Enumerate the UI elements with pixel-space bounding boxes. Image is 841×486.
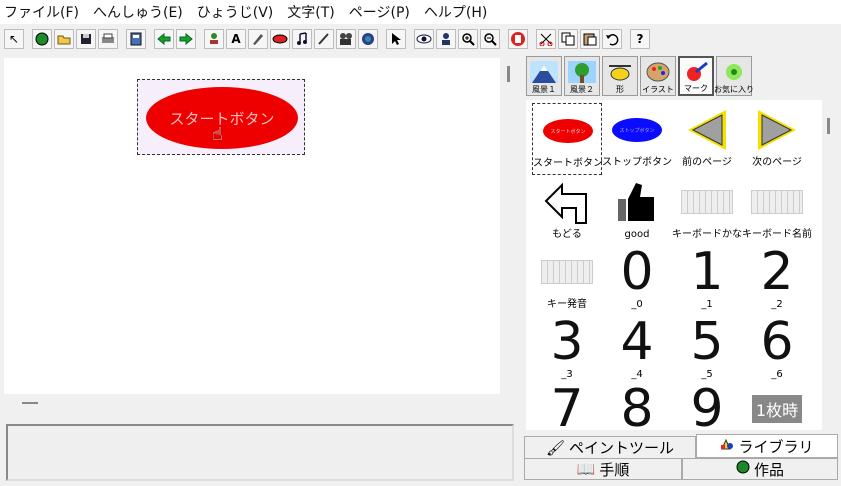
stamp-icon[interactable] (204, 29, 224, 49)
stop-button-thumb: ストップボタン (612, 118, 662, 142)
library-item[interactable]: good (602, 175, 672, 247)
eye-icon[interactable] (414, 29, 434, 49)
tab-mark[interactable]: マーク (678, 56, 714, 96)
page-layout-icon[interactable] (126, 29, 146, 49)
tab-shape[interactable]: 形 (602, 56, 638, 96)
tab-steps[interactable]: 📖 手順 (524, 458, 682, 480)
palette-icon (643, 60, 673, 84)
stop-hand-icon[interactable] (508, 29, 528, 49)
mountain-icon (529, 60, 559, 84)
cursor-arrow-icon[interactable]: ↖ (4, 29, 24, 49)
pen-icon[interactable] (314, 29, 334, 49)
globe-icon[interactable] (32, 29, 52, 49)
message-panel (6, 424, 514, 481)
tab-works[interactable]: 作品 (682, 458, 838, 480)
library-item[interactable]: 8 (602, 382, 672, 430)
copy-icon[interactable] (558, 29, 578, 49)
tab-illust[interactable]: イラスト (640, 56, 676, 96)
library-scrollbar[interactable] (822, 100, 836, 430)
library-item[interactable]: 次のページ (742, 103, 812, 175)
menu-text[interactable]: 文字(T) (287, 2, 334, 22)
hand-cursor-icon: ☝ (212, 124, 223, 145)
one-sheet-label: 1枚時 (751, 395, 803, 423)
library-item[interactable]: 3 _3 (532, 315, 602, 387)
library-category-tabs: 風景１ 風景２ 形 イラスト マーク お気に入り (526, 56, 754, 96)
select-arrow-icon[interactable] (386, 29, 406, 49)
library-item[interactable]: スタートボタン スタートボタン (532, 103, 603, 175)
app-window: ファイル(F) へんしゅう(E) ひょうじ(V) 文字(T) ページ(P) ヘル… (0, 0, 841, 486)
music-icon[interactable] (292, 29, 312, 49)
menu-bar: ファイル(F) へんしゅう(E) ひょうじ(V) 文字(T) ページ(P) ヘル… (0, 0, 841, 24)
keyboard-kana-icon (681, 190, 733, 214)
tab-scenery2[interactable]: 風景２ (564, 56, 600, 96)
library-item[interactable]: 5 _5 (672, 315, 742, 387)
save-icon[interactable] (76, 29, 96, 49)
tree-icon (567, 60, 597, 84)
menu-view[interactable]: ひょうじ(V) (197, 2, 274, 22)
book-icon: 📖 (576, 460, 596, 478)
paint-icon[interactable] (248, 29, 268, 49)
canvas-horizontal-scrollbar[interactable] (4, 394, 500, 412)
keyboard-name-icon (751, 190, 803, 214)
library-item[interactable]: 7 (532, 382, 602, 430)
paste-icon[interactable] (580, 29, 600, 49)
prev-page-arrow-icon (672, 103, 742, 157)
globe-icon (736, 460, 750, 478)
library-item[interactable]: 0 _0 (602, 245, 672, 317)
arrow-left-icon[interactable] (154, 29, 174, 49)
library-item[interactable]: 1枚時 (742, 382, 812, 430)
library-item[interactable]: 2 _2 (742, 245, 812, 317)
library-item[interactable]: 4 _4 (602, 315, 672, 387)
next-page-arrow-icon (742, 103, 812, 157)
library-item[interactable]: 6 _6 (742, 315, 812, 387)
tab-favorites[interactable]: お気に入り (714, 56, 754, 96)
library-item[interactable]: キーボードかな (672, 175, 742, 247)
zoom-out-icon[interactable] (480, 29, 500, 49)
tab-paint-tool[interactable]: 🖌 ペイントツール (524, 436, 696, 458)
back-arrow-icon (532, 175, 602, 229)
text-a-icon[interactable]: A (226, 29, 246, 49)
start-button-thumb: スタートボタン (543, 119, 593, 143)
library-item[interactable]: ストップボタン ストップボタン (602, 103, 672, 175)
open-folder-icon[interactable] (54, 29, 74, 49)
helicopter-icon (605, 60, 635, 84)
flower-icon (719, 60, 749, 84)
menu-page[interactable]: ページ(P) (349, 2, 410, 22)
menu-help[interactable]: ヘルプ(H) (424, 2, 487, 22)
movie-icon[interactable] (336, 29, 356, 49)
shapes-icon (720, 437, 734, 455)
tab-library[interactable]: ライブラリ (696, 434, 838, 458)
panel-tabs: 🖌 ペイントツール ライブラリ 📖 手順 作品 (522, 434, 838, 482)
button-icon[interactable] (270, 29, 290, 49)
library-item[interactable]: 9 (672, 382, 742, 430)
brush-icon: 🖌 (545, 438, 566, 457)
menu-edit[interactable]: へんしゅう(E) (93, 2, 183, 22)
toolbar: ↖ A ? (0, 26, 841, 52)
menu-file[interactable]: ファイル(F) (4, 2, 79, 22)
help-icon[interactable]: ? (630, 29, 650, 49)
key-sound-icon (541, 260, 593, 284)
library-item[interactable]: 前のページ (672, 103, 742, 175)
cut-icon[interactable] (536, 29, 556, 49)
zoom-in-icon[interactable] (458, 29, 478, 49)
library-item[interactable]: キー発音 (532, 245, 602, 317)
library-item[interactable]: もどる (532, 175, 602, 247)
record-icon[interactable] (358, 29, 378, 49)
canvas-vertical-scrollbar[interactable] (500, 58, 518, 394)
arrow-right-icon[interactable] (176, 29, 196, 49)
library-item[interactable]: キーボード名前 (742, 175, 812, 247)
person-icon[interactable] (436, 29, 456, 49)
print-icon[interactable] (98, 29, 118, 49)
tab-scenery1[interactable]: 風景１ (526, 56, 562, 96)
library-item[interactable]: 1 _1 (672, 245, 742, 317)
library-grid: スタートボタン スタートボタン ストップボタン ストップボタン 前のページ 次の… (526, 100, 822, 430)
undo-icon[interactable] (602, 29, 622, 49)
thumbs-up-icon (602, 175, 672, 229)
mark-icon (681, 59, 711, 83)
